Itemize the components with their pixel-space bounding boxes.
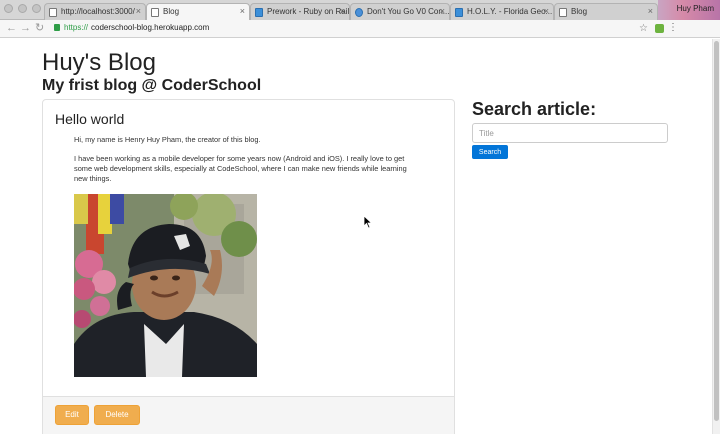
page-icon <box>559 8 567 17</box>
extension-icon[interactable] <box>655 24 664 33</box>
page-content: Huy's Blog My frist blog @ CoderSchool H… <box>0 39 712 434</box>
back-arrow-icon[interactable]: ← <box>6 22 17 34</box>
maximize-window-button[interactable] <box>32 4 41 13</box>
browser-toolbar: ← → ↻ https:// coderschool-blog.herokuap… <box>0 20 720 38</box>
post-paragraph: I have been working as a mobile develope… <box>74 154 407 183</box>
url-scheme: https:// <box>64 23 89 32</box>
site-subtitle: My frist blog @ CoderSchool <box>42 77 262 94</box>
close-icon[interactable]: × <box>544 6 549 16</box>
page-icon <box>455 8 463 17</box>
author-photo-graphic <box>74 194 257 377</box>
tab-label: http://localhost:3000/ <box>61 7 135 16</box>
post-paragraph: Hi, my name is Henry Huy Pham, the creat… <box>74 135 261 144</box>
author-photo <box>74 194 257 377</box>
minimize-window-button[interactable] <box>18 4 27 13</box>
window-controls <box>4 4 41 13</box>
close-window-button[interactable] <box>4 4 13 13</box>
tab-blog-active[interactable]: Blog × <box>146 3 250 20</box>
post-card: Hello world Hi, my name is Henry Huy Pha… <box>42 99 455 434</box>
close-icon[interactable]: × <box>136 6 141 16</box>
search-input[interactable] <box>472 123 668 143</box>
tab-label: Prework - Ruby on Rails <box>267 7 350 16</box>
mouse-pointer-icon <box>363 215 373 229</box>
address-bar[interactable]: https:// coderschool-blog.herokuapp.com … <box>50 22 686 36</box>
reload-icon[interactable]: ↻ <box>35 22 44 34</box>
url-host: coderschool-blog.herokuapp.com <box>91 23 210 32</box>
tab-dont-you-go[interactable]: Don't You Go V0 Con... × <box>350 3 450 20</box>
browser-tab-bar: http://localhost:3000/ × Blog × Prework … <box>0 0 720 20</box>
delete-button[interactable]: Delete <box>94 405 140 425</box>
star-icon[interactable]: ☆ <box>639 23 648 34</box>
card-footer: Edit Delete <box>43 396 454 434</box>
post-body: Hi, my name is Henry Huy Pham, the creat… <box>74 135 416 193</box>
tab-prework[interactable]: Prework - Ruby on Rails × <box>250 3 350 20</box>
close-icon[interactable]: × <box>648 6 653 16</box>
close-icon[interactable]: × <box>340 6 345 16</box>
close-icon[interactable]: × <box>440 6 445 16</box>
menu-dots-icon[interactable]: ⋮ <box>668 22 678 33</box>
tab-label: Don't You Go V0 Con... <box>367 7 450 16</box>
scroll-thumb[interactable] <box>714 41 719 421</box>
tab-localhost[interactable]: http://localhost:3000/ × <box>44 3 146 20</box>
page-icon <box>255 8 263 17</box>
close-icon[interactable]: × <box>240 6 245 16</box>
post-title: Hello world <box>55 111 125 127</box>
site-title: Huy's Blog <box>42 49 156 76</box>
tab-label: Blog <box>571 7 588 16</box>
globe-icon <box>355 8 363 17</box>
page-icon <box>49 8 57 17</box>
profile-area[interactable]: Huy Pham <box>658 0 720 20</box>
tab-label: H.O.L.Y. - Florida Geo... <box>467 7 553 16</box>
tab-label: Blog <box>163 7 180 16</box>
page-scrollbar[interactable] <box>712 39 720 434</box>
tab-holy-florida[interactable]: H.O.L.Y. - Florida Geo... × <box>450 3 554 20</box>
search-button[interactable]: Search <box>472 145 508 159</box>
tab-blog[interactable]: Blog × <box>554 3 658 20</box>
edit-button[interactable]: Edit <box>55 405 89 425</box>
lock-icon <box>54 24 60 31</box>
search-heading: Search article: <box>472 99 597 119</box>
profile-name: Huy Pham <box>676 4 714 13</box>
forward-arrow-icon[interactable]: → <box>20 22 31 34</box>
page-icon <box>151 8 159 17</box>
